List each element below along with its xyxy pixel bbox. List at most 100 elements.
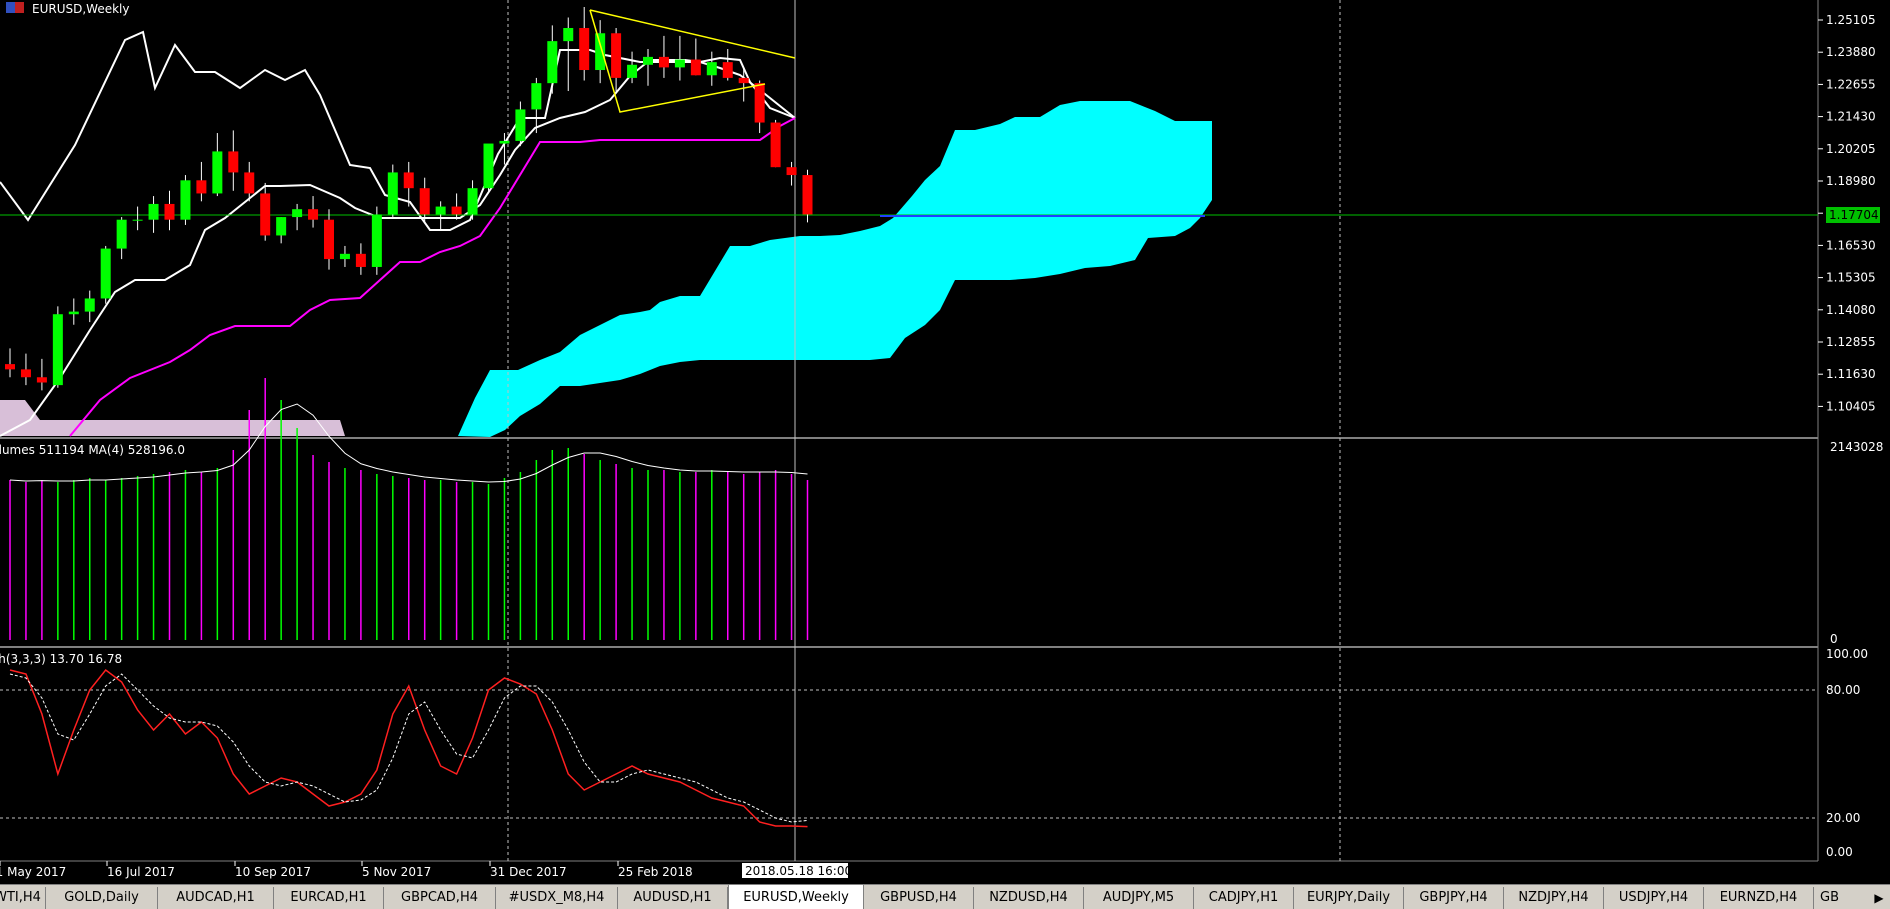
price-axis-label: 1.14080 [1826, 303, 1876, 317]
tab-gold[interactable]: GOLD,Daily [46, 887, 158, 909]
price-axis-label: 1.22655 [1826, 77, 1876, 91]
candle-body [196, 180, 207, 194]
price-axis-label: 1.23880 [1826, 45, 1876, 59]
tab-eurnzd[interactable]: EURNZD,H4 [1704, 887, 1814, 909]
tab-usdjpy[interactable]: USDJPY,H4 [1604, 887, 1704, 909]
candle-body [467, 188, 478, 215]
candle-body [547, 41, 558, 84]
candle-body [36, 377, 47, 383]
candle-body [68, 311, 79, 315]
candle-body [371, 214, 382, 267]
stoch-level-label: 0.00 [1826, 845, 1853, 859]
mt4-chart-window[interactable]: 1.25105 1.23880 1.22655 1.21430 1.20205 1.189… [0, 0, 1890, 909]
candle-body [260, 193, 271, 236]
candle-body [387, 172, 398, 215]
candle-body [531, 83, 542, 110]
candle-body [722, 62, 733, 78]
tab-gbpcad[interactable]: GBPCAD,H4 [384, 887, 496, 909]
candle-body [355, 253, 366, 267]
time-axis-label: 21 May 2017 [0, 865, 66, 879]
candle-body [84, 298, 95, 312]
candle-body [595, 33, 606, 71]
candle-body [276, 217, 287, 236]
price-axis-label: 1.21430 [1826, 110, 1876, 124]
candle-body [148, 203, 159, 220]
svg-text:2018.05.18 16:00: 2018.05.18 16:00 [745, 864, 852, 878]
price-axis-label: 1.10405 [1826, 399, 1876, 413]
candle-body [706, 62, 717, 76]
tab-nzdusd[interactable]: NZDUSD,H4 [974, 887, 1084, 909]
candle-body [132, 219, 143, 221]
candle-body [690, 59, 701, 76]
tab-gbpjpy[interactable]: GBPJPY,H4 [1404, 887, 1504, 909]
candle-body [244, 172, 255, 194]
candle-body [754, 83, 765, 123]
candle-body [339, 253, 350, 260]
candle-body [674, 59, 685, 68]
candle-body [308, 209, 319, 220]
candle-body [116, 219, 127, 249]
volume-max-label: 2143028 [1830, 440, 1883, 454]
volume-min-label: 0 [1830, 632, 1838, 646]
price-axis-label: 1.15305 [1826, 271, 1876, 285]
price-axis-label: 1.25105 [1826, 13, 1876, 27]
candle-body [738, 77, 749, 84]
price-axis-label: 1.20205 [1826, 142, 1876, 156]
candle-body [802, 175, 813, 215]
candle-body [164, 203, 175, 220]
tab-audjpy[interactable]: AUDJPY,M5 [1084, 887, 1194, 909]
chart-tab-bar: WTI,H4 GOLD,Daily AUDCAD,H1 EURCAD,H1 GB… [0, 884, 1890, 909]
candle-body [435, 206, 446, 215]
crosshair-date-label: 2018.05.18 16:00 [742, 863, 852, 878]
time-axis-label: 31 Dec 2017 [490, 865, 567, 879]
candle-body [643, 56, 653, 65]
candle-body [515, 109, 526, 141]
candle-body [451, 206, 462, 215]
time-axis-label: 25 Feb 2018 [618, 865, 693, 879]
tab-eurusd[interactable]: EURUSD,Weekly [728, 885, 864, 909]
stoch-panel-label: Stoch(3,3,3) 13.70 16.78 [0, 652, 122, 666]
tab-eurcad[interactable]: EURCAD,H1 [274, 887, 384, 909]
tab-audusd[interactable]: AUDUSD,H1 [618, 887, 728, 909]
price-axis-label: 1.18980 [1826, 174, 1876, 188]
current-price-label: 1.17704 [1826, 207, 1880, 223]
candle-body [419, 188, 430, 215]
tab-usdx[interactable]: #USDX_M8,H4 [496, 887, 618, 909]
tab-cadjpy[interactable]: CADJPY,H1 [1194, 887, 1294, 909]
candle-body [5, 364, 15, 370]
price-axis-label: 1.16530 [1826, 238, 1876, 252]
candle-body [100, 248, 111, 299]
tab-audcad[interactable]: AUDCAD,H1 [158, 887, 274, 909]
candle-body [579, 28, 590, 71]
candle-body [292, 209, 303, 218]
candle-body [499, 140, 510, 144]
time-axis-label: 16 Jul 2017 [107, 865, 175, 879]
candle-body [786, 167, 797, 176]
volume-panel-label: Volumes 511194 MA(4) 528196.0 [0, 443, 185, 457]
tab-gbpusd[interactable]: GBPUSD,H4 [864, 887, 974, 909]
candle-body [658, 56, 669, 68]
stoch-level-label: 100.00 [1826, 647, 1868, 661]
candle-body [180, 180, 191, 220]
candle-body [611, 33, 622, 78]
tab-nzdjpy[interactable]: NZDJPY,H4 [1504, 887, 1604, 909]
candle-body [52, 314, 63, 386]
candle-body [563, 28, 574, 42]
svg-text:1.17704: 1.17704 [1829, 208, 1879, 222]
stoch-level-label: 20.00 [1826, 811, 1860, 825]
candle-body [228, 151, 239, 173]
candle-body [770, 122, 781, 168]
candle-body [324, 219, 334, 260]
tab-more[interactable]: GB [1814, 887, 1874, 909]
tab-wti[interactable]: WTI,H4 [0, 887, 46, 909]
candle-body [403, 172, 414, 189]
time-axis-label: 5 Nov 2017 [362, 865, 431, 879]
candle-body [212, 151, 223, 194]
candle-body [627, 64, 638, 78]
tab-eurjpy[interactable]: EURJPY,Daily [1294, 887, 1404, 909]
stoch-level-label: 80.00 [1826, 683, 1860, 697]
tab-scroll-arrow-icon[interactable]: ▶ [1868, 887, 1890, 909]
price-axis-label: 1.12855 [1826, 335, 1876, 349]
flag-stripe [15, 2, 24, 13]
time-axis-label: 10 Sep 2017 [235, 865, 311, 879]
